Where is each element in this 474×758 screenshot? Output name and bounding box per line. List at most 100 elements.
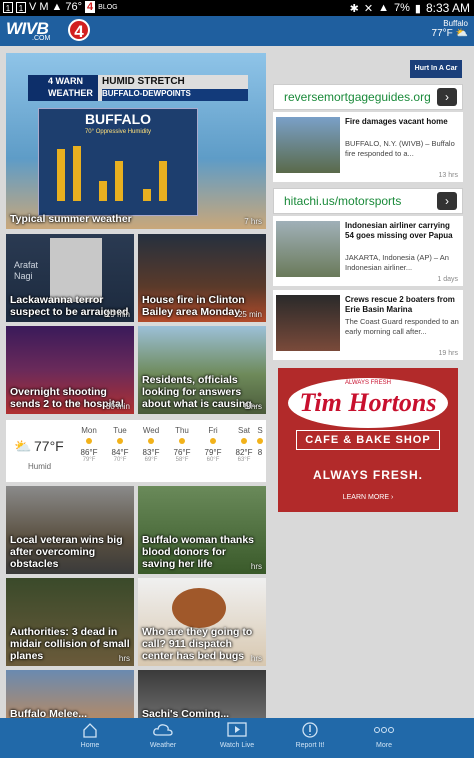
- warn-weather-badge: 4 WARN WEATHER: [28, 75, 98, 101]
- partly-cloudy-icon: ⛅: [14, 438, 32, 454]
- news-age: 1 days: [437, 276, 458, 283]
- bedbug-image: [172, 588, 226, 628]
- ad-link[interactable]: hitachi.us/motorsports ›: [273, 188, 463, 214]
- ad-since: ALWAYS FRESH: [345, 380, 391, 386]
- forecast-day: Thu 76°F 58°F: [173, 426, 191, 463]
- home-icon: [83, 723, 97, 738]
- partly-cloudy-icon: ⛅: [455, 28, 468, 39]
- news-tile[interactable]: House fire in Clinton Bailey area Monday…: [138, 234, 266, 322]
- more-icon: [374, 727, 394, 733]
- sun-icon: [210, 438, 216, 444]
- tile-age: 8 hrs: [244, 402, 262, 411]
- weather-temp: 77°F ⛅: [431, 28, 468, 39]
- sun-icon: [241, 438, 247, 444]
- tile-age: 25 min: [237, 310, 262, 319]
- news-tile[interactable]: Arafat Nagi Lackawanna terror suspect to…: [6, 234, 134, 322]
- header-weather[interactable]: Buffalo 77°F ⛅: [432, 19, 468, 39]
- current-label: Humid: [28, 462, 52, 471]
- chevron-right-icon: ›: [437, 88, 457, 106]
- news-tile[interactable]: Local veteran wins big after overcoming …: [6, 486, 134, 574]
- chart-bar: [73, 146, 81, 201]
- logo-number: 4: [68, 19, 90, 41]
- tile-caption: Authorities: 3 dead in midair collision …: [10, 626, 130, 662]
- tile-age: 30 min: [105, 402, 130, 411]
- news-summary: JAKARTA, Indonesia (AP) – An Indonesian …: [345, 253, 449, 272]
- news-tile[interactable]: Buffalo Melee...: [6, 670, 134, 718]
- news-tile[interactable]: Authorities: 3 dead in midair collision …: [6, 578, 134, 666]
- battery-percent: 7%: [394, 2, 410, 14]
- news-summary: BUFFALO, N.Y. (WIVB) – Buffalo fire resp…: [345, 139, 455, 158]
- news-list-item[interactable]: Crews rescue 2 boaters from Erie Basin M…: [273, 290, 463, 360]
- top-ad-banner[interactable]: Hurt In A Car: [410, 60, 462, 78]
- news-list-item[interactable]: Fire damages vacant home BUFFALO, N.Y. (…: [273, 112, 463, 182]
- nav-report-it[interactable]: Report It!: [280, 721, 340, 749]
- nav-more[interactable]: More: [354, 721, 414, 749]
- news-headline: Indonesian airliner carrying 54 goes mis…: [345, 221, 453, 240]
- battery-icon: ▮: [414, 2, 421, 15]
- humidity-chart: BUFFALO 70° Oppressive Humidity: [38, 108, 198, 216]
- news-tile-featured[interactable]: 4 WARN WEATHER HUMID STRETCH BUFFALO-DEW…: [6, 53, 266, 229]
- tile-age: 7 hrs: [244, 217, 262, 226]
- news-age: 19 hrs: [438, 350, 458, 357]
- mute-icon: ✕: [363, 2, 374, 15]
- chart-bar: [143, 189, 151, 201]
- ad-url-text: hitachi.us/motorsports: [284, 194, 402, 208]
- report-icon: [302, 722, 318, 738]
- chart-title: BUFFALO: [84, 111, 152, 127]
- nav-home[interactable]: Home: [60, 721, 120, 749]
- news-headline: Crews rescue 2 boaters from Erie Basin M…: [345, 295, 455, 314]
- nav-weather[interactable]: Weather: [133, 721, 193, 749]
- logo-sub: .COM: [32, 35, 51, 42]
- ad-learn-more[interactable]: LEARN MORE ›: [278, 494, 458, 501]
- current-temp: 77°F: [34, 438, 64, 454]
- tile-caption: Sachi's Coming...: [142, 708, 230, 718]
- chart-bar: [99, 181, 107, 201]
- sun-icon: [179, 438, 185, 444]
- tile-age: hrs: [118, 654, 130, 663]
- banner-title: HUMID STRETCH: [102, 76, 185, 87]
- forecast-day: Mon 86°F 79°F: [80, 426, 98, 463]
- forecast-strip[interactable]: ⛅ 77°F Humid Mon 86°F 79°F Tue 84°F 70°F…: [6, 420, 266, 482]
- gmail-icon: M: [39, 1, 49, 13]
- ad-logo-oval: ALWAYS FRESH Tim Hortons: [288, 378, 448, 428]
- clock: 8:33 AM: [425, 1, 470, 15]
- tile-age: hrs: [250, 654, 262, 663]
- news-tile[interactable]: Who are they going to call? 911 dispatch…: [138, 578, 266, 666]
- news-tile[interactable]: Overnight shooting sends 2 to the hospit…: [6, 326, 134, 414]
- ad-link[interactable]: reversemortgageguides.org ›: [273, 84, 463, 110]
- tile-caption: Buffalo Melee...: [10, 708, 88, 718]
- app-header: WIVB .COM 4 Buffalo 77°F ⛅: [0, 16, 474, 46]
- cloud-icon: [153, 724, 173, 736]
- chart-subtitle: 70° Oppressive Humidity: [84, 129, 152, 135]
- chart-bar: [57, 149, 65, 201]
- blog-icon: BLOG: [98, 3, 118, 11]
- vzw-icon: V: [29, 1, 37, 13]
- news-age: 13 hrs: [438, 172, 458, 179]
- chevron-right-icon: ›: [437, 192, 457, 210]
- news-thumb: [276, 221, 340, 277]
- forecast-day: S 8: [254, 426, 266, 457]
- news-thumb: [276, 117, 340, 173]
- tile-caption: Local veteran wins big after overcoming …: [10, 534, 123, 570]
- nav-watch-live[interactable]: Watch Live: [207, 721, 267, 749]
- wivb-logo[interactable]: WIVB .COM 4: [6, 19, 96, 43]
- weather-banner: 4 WARN WEATHER HUMID STRETCH BUFFALO-DEW…: [28, 75, 248, 101]
- news-tile[interactable]: Sachi's Coming...: [138, 670, 266, 718]
- tim-hortons-ad[interactable]: ALWAYS FRESH Tim Hortons CAFE & BAKE SHO…: [278, 368, 458, 512]
- notification-icon: 1: [16, 1, 26, 13]
- tile-overlay-name: Arafat Nagi: [14, 260, 39, 281]
- news-tile[interactable]: Buffalo woman thanks blood donors for sa…: [138, 486, 266, 574]
- tile-caption: Who are they going to call? 911 dispatch…: [142, 626, 253, 662]
- bluetooth-icon: ✱: [349, 2, 359, 15]
- ad-url-text: reversemortgageguides.org: [284, 90, 431, 104]
- warning-icon: ▲: [51, 1, 63, 13]
- sun-icon: [257, 438, 263, 444]
- news-list-item[interactable]: Indonesian airliner carrying 54 goes mis…: [273, 216, 463, 286]
- news-thumb: [276, 295, 340, 351]
- status-bar: 1 1 V M ▲ 76° 4 BLOG ✱ ✕ ▲ 7% ▮ 8:33 AM: [0, 0, 474, 16]
- news-tile[interactable]: Residents, officials looking for answers…: [138, 326, 266, 414]
- sun-icon: [148, 438, 154, 444]
- notification-icon: 1: [3, 1, 13, 13]
- banner-sub: BUFFALO-DEWPOINTS: [102, 89, 248, 101]
- sun-icon: [117, 438, 123, 444]
